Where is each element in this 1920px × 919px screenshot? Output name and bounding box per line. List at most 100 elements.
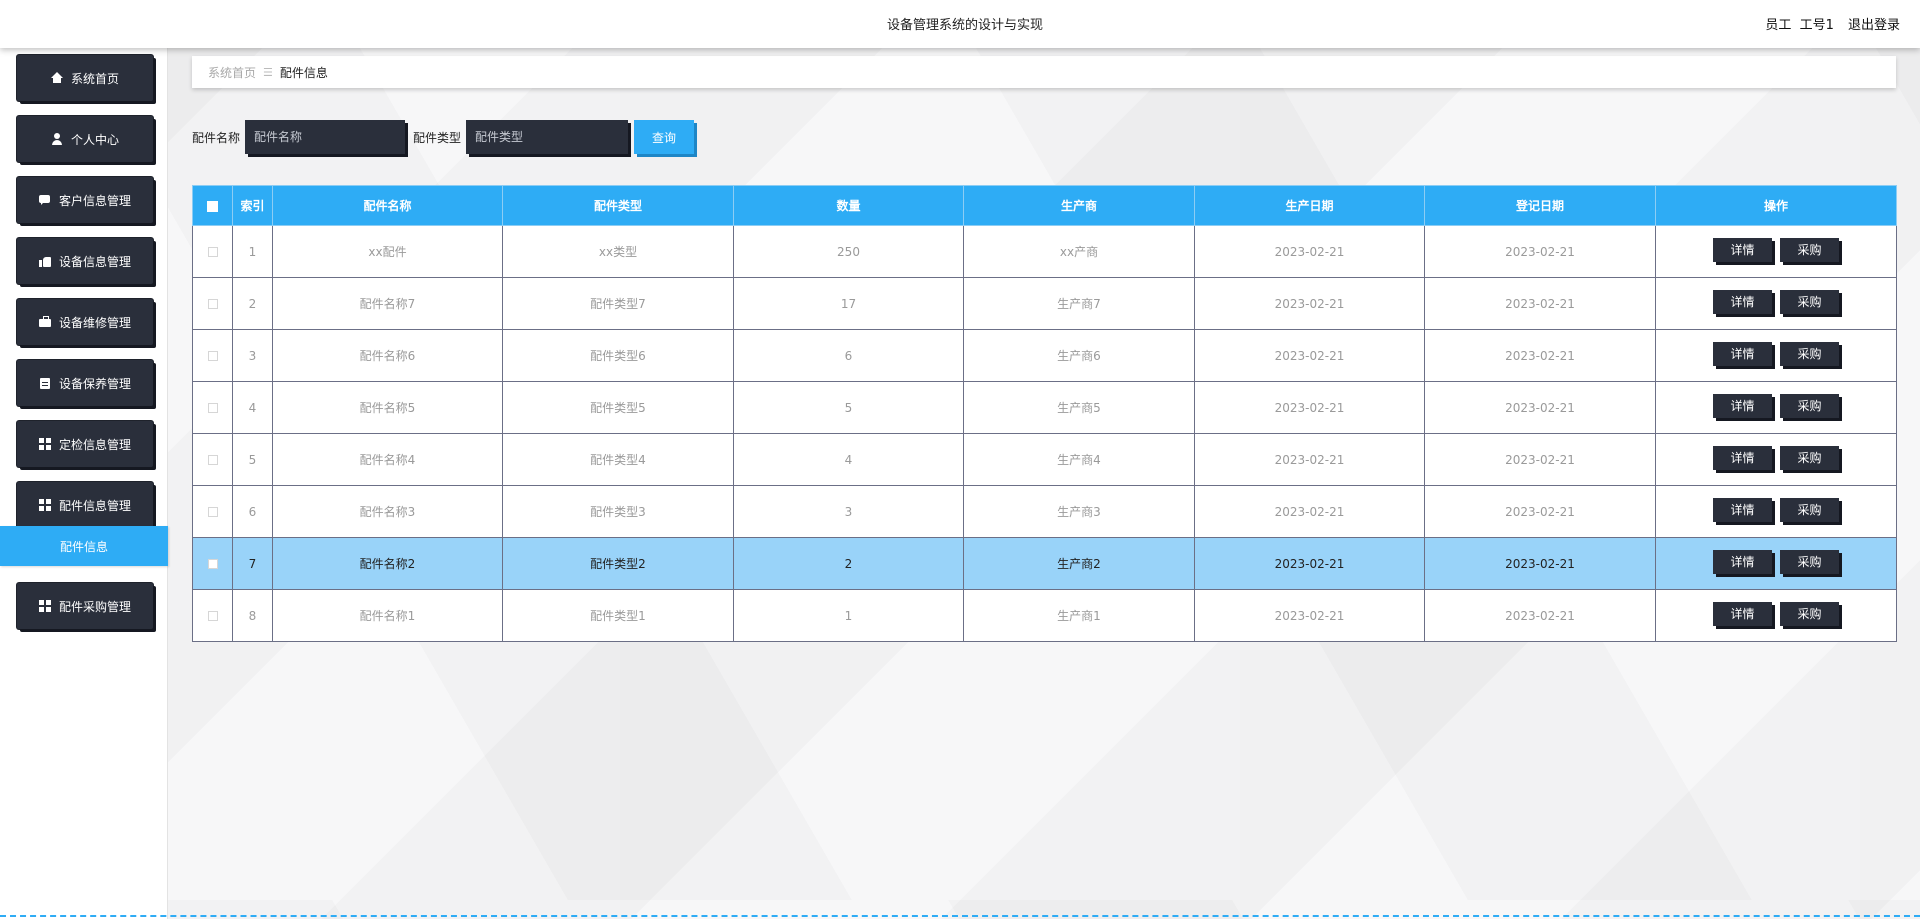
detail-button[interactable]: 详情 [1713,393,1772,418]
sidebar-item-home[interactable]: 系统首页 [17,55,153,101]
sidebar-item-inspection-info[interactable]: 定检信息管理 [17,421,153,467]
purchase-button[interactable]: 采购 [1780,393,1839,418]
quantity: 17 [733,277,964,330]
detail-button[interactable]: 详情 [1713,341,1772,366]
part-type-label: 配件类型 [413,131,462,145]
row-checkbox[interactable] [207,247,218,257]
detail-button[interactable]: 详情 [1713,601,1772,626]
sidebar-item-label: 系统首页 [70,71,119,86]
table-row[interactable]: 3 配件名称6 配件类型6 6 生产商6 2023-02-21 2023-02-21 详情 采购 [192,329,1897,382]
parts-table: 索引 配件名称 配件类型 数量 生产商 生产日期 登记日期 操作 1 xx配件 xx… [192,185,1897,642]
part-name-label: 配件名称 [192,131,241,145]
select-all-checkbox[interactable] [207,200,218,212]
row-checkbox[interactable] [207,559,218,569]
row-checkbox[interactable] [207,507,218,517]
part-type: 配件类型3 [502,485,734,538]
table-row[interactable]: 8 配件名称1 配件类型1 1 生产商1 2023-02-21 2023-02-21 详情 采购 [192,589,1897,642]
part-name-input[interactable] [245,120,405,154]
sidebar-item-device-info[interactable]: 设备信息管理 [17,238,153,284]
purchase-button[interactable]: 采购 [1780,601,1839,626]
username: 工号1 [1799,18,1834,33]
part-name: 配件名称5 [272,381,503,434]
row-checkbox[interactable] [207,455,218,465]
table-body: 1 xx配件 xx类型 250 xx产商 2023-02-21 2023-02-21 详情 采购… [192,225,1897,642]
registration-date: 2023-02-21 [1424,329,1656,382]
purchase-button[interactable]: 采购 [1780,445,1839,470]
row-select-cell [192,485,233,538]
select-all-cell [192,185,233,226]
detail-button[interactable]: 详情 [1713,497,1772,522]
manufacturer: 生产商4 [963,433,1195,486]
logout-link[interactable]: 退出登录 [1848,18,1900,33]
table-row[interactable]: 7 配件名称2 配件类型2 2 生产商2 2023-02-21 2023-02-21 详情 采购 [192,537,1897,590]
grid-icon [38,438,51,450]
row-select-cell [192,433,233,486]
part-name: 配件名称4 [272,433,503,486]
column-header: 配件名称 [272,185,503,226]
sidebar-item-device-maintenance[interactable]: 设备保养管理 [17,360,153,406]
row-checkbox[interactable] [207,611,218,621]
sidebar-item-device-repair[interactable]: 设备维修管理 [17,299,153,345]
breadcrumb-current: 配件信息 [279,65,328,80]
part-name: 配件名称6 [272,329,503,382]
app-title: 设备管理系统的设计与实现 [886,18,1043,33]
manufacturer: 生产商6 [963,329,1195,382]
row-actions: 详情 采购 [1655,433,1897,486]
grid-icon [38,600,51,612]
purchase-button[interactable]: 采购 [1780,341,1839,366]
sidebar-item-parts-info[interactable]: 配件信息管理 [17,482,153,528]
quantity: 250 [733,225,964,278]
purchase-button[interactable]: 采购 [1780,289,1839,314]
column-header: 操作 [1655,185,1897,226]
table-row[interactable]: 1 xx配件 xx类型 250 xx产商 2023-02-21 2023-02-21 详情 采购 [192,225,1897,278]
part-type: 配件类型7 [502,277,734,330]
registration-date: 2023-02-21 [1424,537,1656,590]
row-checkbox[interactable] [207,299,218,309]
sidebar-item-label: 个人中心 [70,132,119,147]
manufacturer: 生产商1 [963,589,1195,642]
query-button[interactable]: 查询 [634,120,694,154]
quantity: 1 [733,589,964,642]
submenu-item-parts-info[interactable]: 配件信息 [0,526,168,566]
sidebar-item-personal-center[interactable]: 个人中心 [17,116,153,162]
briefcase-icon [38,316,51,328]
breadcrumb: 系统首页 ☰ 配件信息 [192,56,1896,88]
purchase-button[interactable]: 采购 [1780,549,1839,574]
part-name: 配件名称3 [272,485,503,538]
clipboard-icon [39,377,51,389]
part-type-input[interactable] [466,120,628,154]
table-row[interactable]: 2 配件名称7 配件类型7 17 生产商7 2023-02-21 2023-02-21 详情采… [192,277,1897,330]
row-select-cell [192,589,233,642]
grid-icon [38,499,51,511]
detail-button[interactable]: 详情 [1713,289,1772,314]
sidebar-item-parts-purchase[interactable]: 配件采购管理 [17,583,153,629]
row-index: 7 [232,537,273,590]
column-header: 登记日期 [1424,185,1656,226]
table-row[interactable]: 5 配件名称4 配件类型4 4 生产商4 2023-02-21 2023-02-21 详情 采购 [192,433,1897,486]
manufacturer: 生产商7 [963,277,1195,330]
registration-date: 2023-02-21 [1424,485,1656,538]
user-info: 员工 工号1 退出登录 [1761,14,1900,33]
table-row[interactable]: 6 配件名称3 配件类型3 3 生产商3 2023-02-21 2023-02-21 详情 采购 [192,485,1897,538]
row-select-cell [192,225,233,278]
breadcrumb-home[interactable]: 系统首页 [208,64,256,81]
production-date: 2023-02-21 [1194,589,1425,642]
row-checkbox[interactable] [207,403,218,413]
sidebar-item-customer-info[interactable]: 客户信息管理 [17,177,153,223]
table-row[interactable]: 4 配件名称5 配件类型5 5 生产商5 2023-02-21 2023-02-21 详情 采购 [192,381,1897,434]
purchase-button[interactable]: 采购 [1780,497,1839,522]
row-index: 5 [232,433,273,486]
row-actions: 详情 采购 [1655,329,1897,382]
detail-button[interactable]: 详情 [1713,549,1772,574]
row-checkbox[interactable] [207,351,218,361]
row-select-cell [192,537,233,590]
manufacturer: 生产商3 [963,485,1195,538]
row-select-cell [192,329,233,382]
production-date: 2023-02-21 [1194,329,1425,382]
row-actions: 详情 采购 [1655,381,1897,434]
user-icon [51,133,63,145]
row-actions: 详情 采购 [1655,589,1897,642]
detail-button[interactable]: 详情 [1713,237,1772,262]
purchase-button[interactable]: 采购 [1780,237,1839,262]
detail-button[interactable]: 详情 [1713,445,1772,470]
